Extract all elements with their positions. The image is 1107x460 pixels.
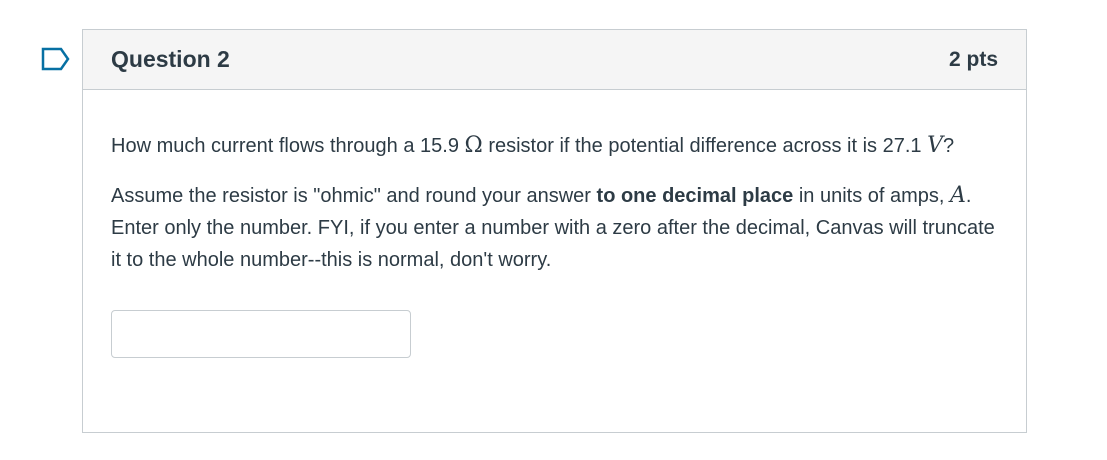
- question-card: Question 2 2 pts How much current flows …: [82, 29, 1027, 433]
- question-text-part: How much current flows through a 15.9: [111, 135, 465, 157]
- instructions-part: Assume the resistor is "ohmic" and round…: [111, 185, 597, 207]
- ohm-symbol: Ω: [464, 133, 483, 158]
- bookmark-flag-icon[interactable]: [41, 47, 71, 71]
- question-text-part: resistor if the potential difference acr…: [482, 135, 928, 157]
- question-text: How much current flows through a 15.9 Ω …: [111, 130, 998, 162]
- question-instructions: Assume the resistor is "ohmic" and round…: [111, 180, 998, 276]
- question-text-part: ?: [942, 135, 955, 157]
- instructions-emphasis: to one decimal place: [596, 185, 794, 207]
- question-points: 2 pts: [948, 47, 998, 71]
- quiz-page: Question 2 2 pts How much current flows …: [0, 0, 1107, 460]
- instructions-part: in units of amps,: [793, 185, 951, 207]
- question-title: Question 2: [111, 46, 230, 72]
- volt-symbol: V: [927, 133, 943, 158]
- question-body: How much current flows through a 15.9 Ω …: [83, 90, 1026, 358]
- answer-input[interactable]: [111, 310, 411, 358]
- amp-symbol: A: [950, 183, 966, 208]
- question-header: Question 2 2 pts: [83, 30, 1026, 90]
